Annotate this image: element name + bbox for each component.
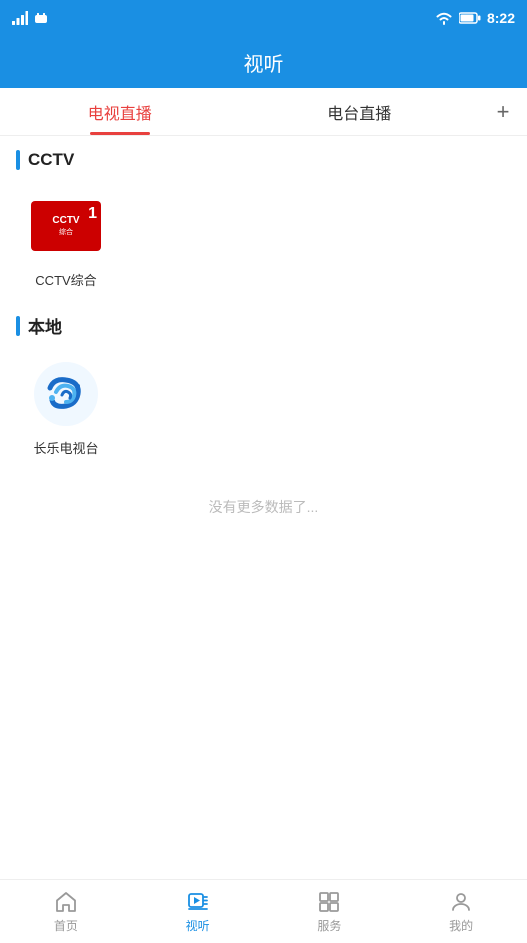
section-title-local: 本地 [28, 313, 62, 338]
cctv1-logo: CCTV 综合 1 [30, 190, 102, 262]
signal-icon [12, 11, 28, 25]
no-more-text: 没有更多数据了... [0, 467, 527, 547]
nav-label-service: 服务 [317, 917, 341, 934]
changele-logo [30, 358, 102, 430]
tab-add-button[interactable]: + [479, 99, 527, 125]
header-title: 视听 [244, 48, 284, 77]
channel-name-cctv1: CCTV综合 [35, 270, 96, 289]
wifi-icon [435, 11, 453, 25]
battery-icon [459, 12, 481, 24]
home-icon [54, 890, 78, 914]
grid-icon [317, 890, 341, 914]
status-left [12, 11, 48, 25]
header: 视听 [0, 36, 527, 88]
tab-radio-live[interactable]: 电台直播 [240, 88, 480, 135]
section-local-header: 本地 [0, 299, 527, 348]
play-icon [186, 890, 210, 914]
content-area: CCTV CCTV 综合 1 CCTV综合 本地 [0, 136, 527, 879]
section-bar-cctv [16, 150, 20, 170]
bottom-nav: 首页 视听 服务 我的 [0, 879, 527, 943]
status-bar: 8:22 [0, 0, 527, 36]
status-time: 8:22 [487, 10, 515, 26]
nav-item-mine[interactable]: 我的 [395, 880, 527, 943]
tab-tv-live[interactable]: 电视直播 [0, 88, 240, 135]
channel-item-cctv1[interactable]: CCTV 综合 1 CCTV综合 [16, 180, 116, 299]
nav-item-service[interactable]: 服务 [264, 880, 396, 943]
local-channel-grid: 长乐电视台 [0, 348, 527, 467]
tab-bar: 电视直播 电台直播 + [0, 88, 527, 136]
nav-label-media: 视听 [186, 917, 210, 934]
status-right: 8:22 [435, 10, 515, 26]
section-cctv-header: CCTV [0, 136, 527, 180]
person-icon [449, 890, 473, 914]
cctv-channel-grid: CCTV 综合 1 CCTV综合 [0, 180, 527, 299]
section-title-cctv: CCTV [28, 150, 74, 170]
nav-label-mine: 我的 [449, 917, 473, 934]
nav-label-home: 首页 [54, 917, 78, 934]
channel-name-changele: 长乐电视台 [33, 438, 98, 457]
nav-item-home[interactable]: 首页 [0, 880, 132, 943]
android-icon [34, 11, 48, 25]
channel-item-changele[interactable]: 长乐电视台 [16, 348, 116, 467]
section-bar-local [16, 316, 20, 336]
nav-item-media[interactable]: 视听 [132, 880, 264, 943]
